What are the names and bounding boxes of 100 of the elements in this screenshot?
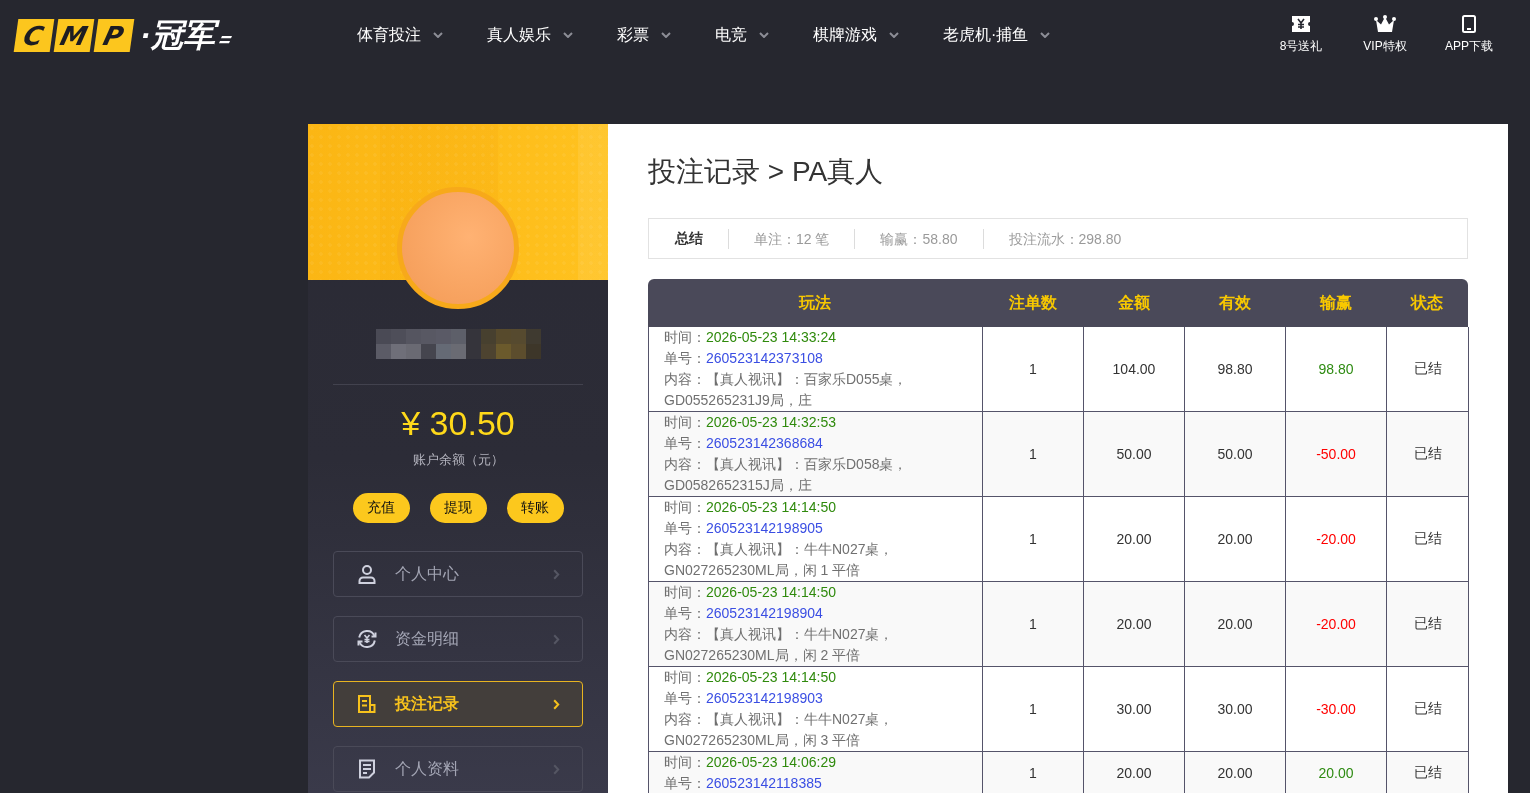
account-action-button[interactable]: 转账 (506, 493, 564, 523)
time-label: 时间： (664, 584, 706, 600)
logo-letter-tile[interactable]: C (13, 18, 55, 52)
chevron-right-icon (553, 763, 560, 775)
ticket-icon (1291, 15, 1311, 33)
bet-status: 已结 (1413, 530, 1442, 548)
valid-amount: 20.00 (1217, 765, 1253, 781)
bet-time: 2026-05-23 14:06:29 (706, 754, 836, 770)
logo-letter-tile[interactable]: M (53, 18, 95, 52)
chevron-right-icon (553, 633, 560, 645)
order-number-link[interactable]: 260523142373108 (706, 350, 823, 366)
summary-stat: 单注：12 笔 (728, 228, 855, 249)
document-icon (357, 694, 377, 714)
order-number-link[interactable]: 260523142118385 (706, 775, 822, 791)
bet-amount: 50.00 (1116, 446, 1152, 462)
shortcut-link[interactable]: 8号送礼 (1259, 15, 1343, 55)
order-label: 单号： (664, 605, 706, 621)
bet-status: 已结 (1413, 360, 1442, 378)
bet-content: 内容：【真人视讯】：牛牛N027桌，GN027265230ML局，闲 1 平倍 (664, 540, 895, 580)
crown-icon (1374, 15, 1396, 33)
column-header: 状态 (1411, 292, 1443, 313)
notepad-icon (357, 759, 377, 779)
nav-menu-item[interactable]: 棋牌游戏 (813, 24, 899, 46)
win-loss-amount: -30.00 (1316, 701, 1356, 717)
summary-stat: 输赢：58.80 (854, 228, 983, 249)
valid-amount: 50.00 (1217, 446, 1253, 462)
account-menu-item[interactable]: 个人中心 (333, 551, 583, 597)
nav-menu-item[interactable]: 彩票 (617, 24, 671, 46)
win-loss-amount: 20.00 (1318, 765, 1354, 781)
valid-amount: 20.00 (1217, 616, 1253, 632)
bet-count: 1 (1029, 531, 1037, 547)
valid-amount: 20.00 (1217, 531, 1253, 547)
bet-content: 内容：【真人视讯】：百家乐D055桌，GD055265231J9局，庄 (664, 370, 909, 410)
column-header: 输赢 (1319, 292, 1352, 313)
account-menu-item[interactable]: 个人资料 (333, 746, 583, 792)
bet-content: 内容：【真人视讯】：百家乐D058桌，GD0582652315J局，庄 (664, 455, 909, 495)
caret-icon (433, 32, 443, 38)
bet-content: 内容：【真人视讯】：牛牛N027桌，GN027265230ML局，闲 3 平倍 (664, 710, 895, 750)
order-label: 单号： (664, 690, 706, 706)
nav-menu-item[interactable]: 老虎机·捕鱼 (943, 24, 1051, 46)
account-action-button[interactable]: 提现 (429, 493, 487, 523)
bet-count: 1 (1029, 616, 1037, 632)
column-header: 玩法 (799, 292, 831, 313)
account-menu-item[interactable]: 投注记录 (333, 681, 583, 727)
caret-icon (661, 32, 671, 38)
bet-time: 2026-05-23 14:14:50 (706, 584, 836, 600)
order-number-link[interactable]: 260523142368684 (706, 435, 823, 451)
time-label: 时间： (664, 669, 706, 685)
shortcut-link[interactable]: APP下载 (1427, 15, 1511, 55)
bet-time: 2026-05-23 14:33:24 (706, 329, 836, 345)
yen-exchange-icon (357, 629, 377, 649)
logo-letter-tile[interactable]: P (93, 18, 135, 52)
logo-text[interactable]: ·冠军 (138, 15, 223, 55)
win-loss-amount: -20.00 (1316, 616, 1356, 632)
bet-time: 2026-05-23 14:14:50 (706, 499, 836, 515)
order-number-link[interactable]: 260523142198904 (706, 605, 823, 621)
balance-amount: ¥ 30.50 (401, 403, 515, 443)
balance-label: 账户余额（元） (412, 451, 504, 469)
bet-content: 内容：【真人视讯】：牛牛N027桌，GN027265230ML局，闲 2 平倍 (664, 625, 895, 665)
caret-icon (563, 32, 573, 38)
bet-amount: 20.00 (1116, 765, 1152, 781)
column-header: 金额 (1117, 292, 1150, 313)
win-loss-amount: 98.80 (1318, 361, 1354, 377)
phone-icon (1462, 15, 1476, 33)
order-label: 单号： (664, 350, 706, 366)
summary-label: 总结 (673, 229, 704, 248)
time-label: 时间： (664, 499, 706, 515)
shortcut-link[interactable]: VIP特权 (1343, 15, 1427, 55)
nav-menu-item[interactable]: 体育投注 (357, 24, 443, 46)
summary-stat: 投注流水：298.80 (982, 228, 1147, 249)
order-number-link[interactable]: 260523142198905 (706, 520, 823, 536)
bet-amount: 104.00 (1112, 361, 1156, 377)
caret-icon (889, 32, 899, 38)
bet-amount: 30.00 (1116, 701, 1152, 717)
valid-amount: 30.00 (1217, 701, 1253, 717)
account-menu-item[interactable]: 资金明细 (333, 616, 583, 662)
nav-menu-item[interactable]: 真人娱乐 (487, 24, 573, 46)
bet-count: 1 (1029, 446, 1037, 462)
chevron-right-icon (553, 698, 560, 710)
order-number-link[interactable]: 260523142198903 (706, 690, 823, 706)
page-title: 投注记录 > PA真人 (648, 155, 885, 189)
bet-amount: 20.00 (1116, 531, 1152, 547)
time-label: 时间： (664, 754, 706, 770)
nav-menu-item[interactable]: 电竞 (715, 24, 769, 46)
bet-count: 1 (1029, 701, 1037, 717)
account-action-button[interactable]: 充值 (352, 493, 410, 523)
order-label: 单号： (664, 435, 706, 451)
order-label: 单号： (664, 520, 706, 536)
person-icon (357, 564, 377, 584)
chevron-right-icon (553, 568, 560, 580)
logo-stripes-icon (218, 36, 232, 44)
column-header: 有效 (1218, 292, 1251, 313)
win-loss-amount: -20.00 (1316, 531, 1356, 547)
bet-status: 已结 (1413, 764, 1442, 782)
caret-icon (1040, 32, 1051, 38)
column-header: 注单数 (1008, 292, 1057, 313)
win-loss-amount: -50.00 (1316, 446, 1356, 462)
valid-amount: 98.80 (1217, 361, 1253, 377)
order-label: 单号： (664, 775, 706, 791)
bet-status: 已结 (1413, 445, 1442, 463)
